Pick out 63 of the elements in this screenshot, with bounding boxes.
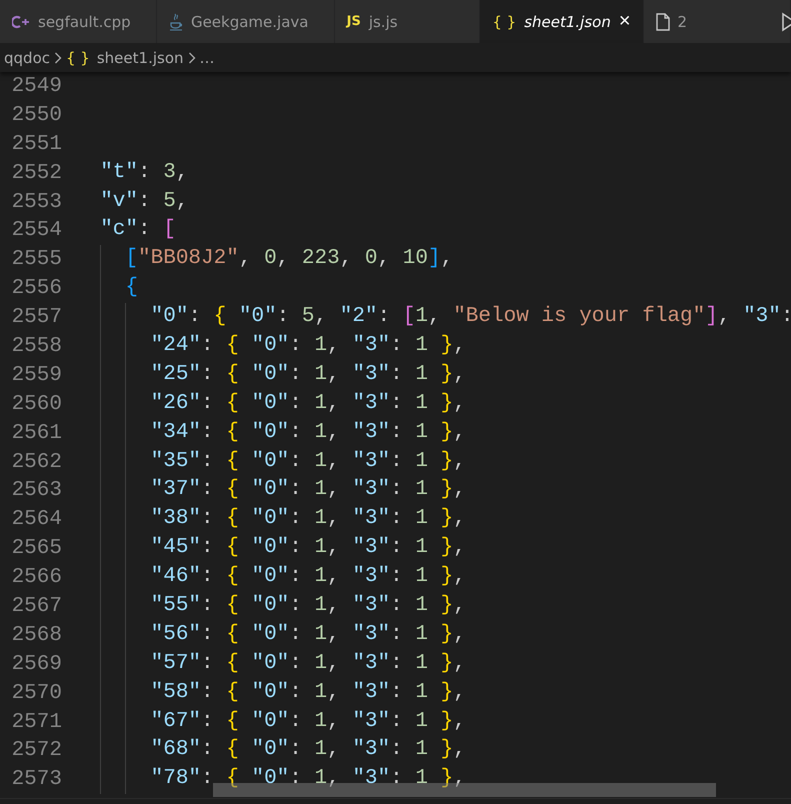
breadcrumb-item[interactable]: { } sheet1.json [66, 48, 184, 66]
line-number: 2559 [10, 364, 62, 387]
line-number: 2564 [10, 508, 62, 532]
editor-tab[interactable]: JS js.js [334, 0, 480, 43]
line-number: 2565 [10, 537, 62, 560]
line-number: 2558 [10, 334, 62, 358]
code-line: "v": 5, [99, 188, 188, 215]
line-number: 2569 [10, 652, 62, 676]
line-number: 2561 [10, 422, 62, 445]
code-line: { [75, 274, 138, 304]
code-line: "45": { "0": 1, "3": 1 }, [75, 534, 466, 564]
line-number: 2553 [10, 190, 62, 214]
code-line: "67": { "0": 1, "3": 1 }, [75, 708, 466, 736]
editor-tab[interactable]: { } sheet1.json × [480, 0, 644, 43]
line-number: 2556 [10, 277, 62, 300]
code-line: "34": { "0": 1, "3": 1 }, [75, 418, 466, 448]
code-line: "78": { "0": 1, "3": 1 }, [75, 765, 466, 794]
editor-tab[interactable]: 2 [644, 0, 791, 43]
line-number: 2555 [10, 248, 62, 272]
breadcrumb-item[interactable]: qqdoc [4, 48, 50, 66]
code-line: "25": { "0": 1, "3": 1 }, [75, 360, 466, 390]
line-number: 2571 [10, 710, 62, 734]
code-line: "35": { "0": 1, "3": 1 }, [75, 448, 466, 476]
line-number: 2549 [10, 74, 62, 98]
line-number: 2566 [10, 566, 62, 590]
line-number: 2557 [10, 306, 62, 330]
breadcrumb-item[interactable]: … [200, 48, 214, 66]
chevron-icon [188, 52, 196, 64]
code-line: "t": 3, [99, 160, 188, 186]
code-line: "37": { "0": 1, "3": 1 }, [75, 476, 466, 506]
line-number: 2563 [10, 479, 62, 502]
line-number: 2552 [10, 162, 62, 185]
code-line: "57": { "0": 1, "3": 1 }, [75, 650, 466, 679]
line-number: 2568 [10, 624, 62, 647]
code-line: "38": { "0": 1, "3": 1 }, [75, 505, 466, 534]
line-number: 2560 [10, 392, 62, 416]
chevron-icon [54, 52, 62, 64]
code-line: "55": { "0": 1, "3": 1 }, [75, 592, 466, 621]
code-line: "c": [ [99, 217, 176, 244]
braces-icon: { } [492, 12, 516, 30]
code-line: "24": { "0": 1, "3": 1 }, [75, 332, 466, 361]
line-number: 2573 [10, 768, 62, 792]
code-line: "46": { "0": 1, "3": 1 }, [75, 563, 466, 592]
file-icon [656, 12, 670, 30]
close-button[interactable]: × [618, 10, 631, 33]
line-number: 2550 [10, 104, 62, 127]
editor-tab[interactable]: segfault.cpp [0, 0, 157, 43]
line-number: 2562 [10, 450, 62, 474]
code-line: "26": { "0": 1, "3": 1 }, [75, 390, 466, 419]
editor-tab[interactable]: Geekgame.java [156, 0, 335, 43]
line-number: 2551 [10, 132, 62, 156]
line-number: 2570 [10, 682, 62, 705]
code-line: "68": { "0": 1, "3": 1 }, [75, 736, 466, 766]
code-line: "56": { "0": 1, "3": 1 }, [75, 620, 466, 650]
line-number: 2572 [10, 739, 62, 762]
code-line: "0": { "0": 5, "2": [1, "Below is your flag"], "3": [75, 303, 791, 332]
js-icon: JS [346, 14, 361, 29]
coffee-cup-icon [168, 12, 183, 30]
cpp-icon [12, 14, 30, 28]
code-line: ["BB08J2", 0, 223, 0, 10], [75, 245, 454, 274]
line-number: 2567 [10, 594, 62, 618]
code-line: "58": { "0": 1, "3": 1 }, [75, 678, 466, 708]
line-number: 2554 [10, 219, 62, 242]
